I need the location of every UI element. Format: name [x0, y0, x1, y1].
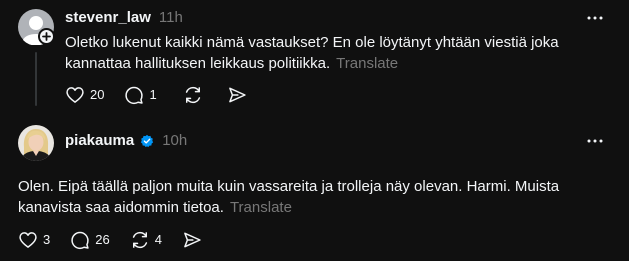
repost-count: 4 [154, 232, 162, 247]
thread-line [35, 52, 37, 106]
more-horizontal-icon [587, 139, 603, 143]
share-button[interactable] [227, 83, 247, 107]
verified-badge-icon [140, 134, 154, 148]
profile-photo-icon [18, 125, 54, 161]
reply-count: 1 [149, 87, 157, 102]
post-body: Oletko lukenut kaikki nämä vastaukset? E… [65, 34, 559, 72]
username[interactable]: stevenr_law [65, 8, 151, 28]
action-bar: 20 1 [65, 83, 267, 107]
heart-icon [19, 232, 37, 248]
post-text: Olen. Eipä täällä paljon muita kuin vass… [18, 176, 613, 218]
more-options-button[interactable] [585, 12, 605, 24]
post-header: stevenr_law 11h [65, 8, 183, 28]
timestamp[interactable]: 10h [162, 131, 187, 151]
send-icon [228, 87, 246, 103]
reply-post: stevenr_law 11h Oletko lukenut kaikki nä… [0, 0, 629, 118]
reply-count: 26 [95, 232, 110, 247]
reply-post: piakauma 10h Olen. Eipä täällä paljon mu… [0, 118, 629, 261]
plus-icon [42, 32, 51, 41]
comment-icon [71, 231, 89, 250]
action-bar: 3 26 4 [18, 228, 222, 252]
like-count: 3 [43, 232, 51, 247]
post-text: Oletko lukenut kaikki nämä vastaukset? E… [65, 32, 605, 74]
like-button[interactable]: 3 [18, 228, 50, 252]
avatar[interactable] [18, 9, 55, 45]
send-icon [184, 232, 201, 248]
username[interactable]: piakauma [65, 131, 134, 151]
share-button[interactable] [182, 228, 202, 252]
translate-link[interactable]: Translate [336, 55, 398, 72]
follow-button[interactable] [38, 28, 55, 45]
repost-button[interactable] [183, 83, 203, 107]
timestamp[interactable]: 11h [159, 8, 183, 28]
repost-button[interactable]: 4 [130, 228, 162, 252]
comment-icon [125, 86, 144, 105]
reply-button[interactable]: 26 [70, 228, 110, 252]
avatar[interactable] [18, 125, 54, 161]
translate-link[interactable]: Translate [230, 199, 292, 216]
repost-icon [185, 86, 200, 104]
like-count: 20 [90, 87, 105, 102]
like-button[interactable]: 20 [65, 83, 104, 107]
reply-button[interactable]: 1 [124, 83, 157, 107]
more-horizontal-icon [587, 16, 603, 20]
more-options-button[interactable] [585, 135, 605, 147]
heart-icon [66, 87, 84, 103]
post-header: piakauma 10h [65, 131, 187, 151]
repost-icon [132, 231, 147, 249]
